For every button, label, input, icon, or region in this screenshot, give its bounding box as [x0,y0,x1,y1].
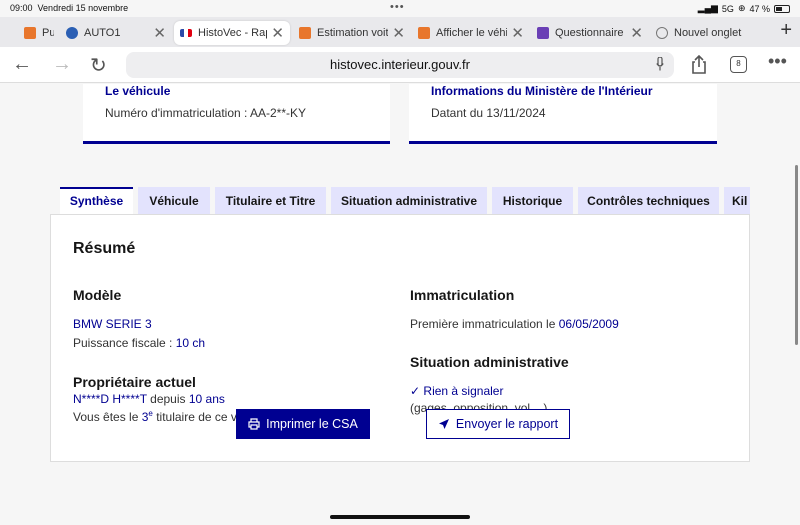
printer-icon [248,418,260,430]
print-csa-button[interactable]: Imprimer le CSA [236,409,370,439]
first-registration-line: Première immatriculation le 06/05/2009 [410,317,619,331]
tab-situation-administrative[interactable]: Situation administrative [331,187,487,215]
tab-favicon-icon [299,27,311,39]
close-tab-icon[interactable]: ✕ [511,24,524,42]
browser-tab-2[interactable]: AUTO1 ✕ [60,21,172,45]
check-icon: ✓ [410,384,421,398]
orientation-lock-icon: ⊕ [737,3,746,13]
browser-tab-5[interactable]: Afficher le véhicule ✕ [412,21,530,45]
url-text: histovec.interieur.gouv.fr [330,57,470,72]
status-time: 09:00 Vendredi 15 novembre [10,3,129,13]
browser-tab-6[interactable]: Questionnaire ✕ [531,21,649,45]
tab-overview-button[interactable]: 8 [730,56,747,73]
vehicle-card-title: Le véhicule [105,84,171,98]
puissance-value: 10 ch [175,336,206,350]
synthese-panel: Résumé Modèle BMW SERIE 3 Puissance fisc… [50,214,750,462]
resume-heading: Résumé [73,240,136,257]
battery-percent: 47 % [749,3,770,14]
ministry-card-title: Informations du Ministère de l'Intérieur [431,84,653,98]
microphone-icon[interactable] [656,57,664,71]
reload-icon[interactable]: ↻ [90,53,107,78]
network-label: 5G [721,3,734,14]
ministry-card-subtitle: Datant du 13/11/2024 [431,106,546,120]
url-bar[interactable]: histovec.interieur.gouv.fr [126,52,674,78]
back-arrow-icon[interactable]: ← [12,53,32,76]
tab-favicon-icon [24,27,36,39]
tab-kilometrage[interactable]: Kil [724,187,750,215]
status-right: ▂▄▆ 5G ⊕ 47 % [698,3,790,14]
home-indicator [330,515,470,519]
signal-icon: ▂▄▆ [697,3,718,13]
puissance-line: Puissance fiscale : 10 ch [73,336,206,350]
ministry-card: Informations du Ministère de l'Intérieur… [409,84,717,144]
page-content: Le véhicule Numéro d'immatriculation : A… [0,84,800,525]
multitask-dots-icon[interactable]: ••• [390,1,405,13]
more-options-icon[interactable]: ••• [768,51,787,72]
send-icon [438,419,449,429]
flag-favicon-icon [180,29,192,37]
browser-tab-1[interactable]: Pu [18,21,60,45]
browser-tab-3-active[interactable]: HistoVec - Rapport ✕ [174,21,290,45]
owner-heading: Propriétaire actuel [73,374,196,390]
tab-historique[interactable]: Historique [492,187,573,215]
browser-tab-7[interactable]: Nouvel onglet [650,21,766,45]
globe-icon [656,27,668,39]
tab-favicon-icon [418,27,430,39]
immatriculation-heading: Immatriculation [410,287,515,303]
tab-favicon-icon [66,27,78,39]
share-icon[interactable] [690,55,708,75]
browser-tab-4[interactable]: Estimation voiture ✕ [293,21,411,45]
close-tab-icon[interactable]: ✕ [271,24,284,42]
send-report-button[interactable]: Envoyer le rapport [426,409,570,439]
tab-favicon-icon [537,27,549,39]
situation-status: ✓ Rien à signaler [410,384,504,398]
battery-icon [774,4,790,13]
status-bar: 09:00 Vendredi 15 novembre ••• ▂▄▆ 5G ⊕ … [0,0,800,16]
owner-line: N****D H****T depuis 10 ans [73,392,225,406]
page-scrollbar[interactable] [795,165,798,345]
tab-vehicule[interactable]: Véhicule [138,187,210,215]
browser-tab-bar: Pu AUTO1 ✕ HistoVec - Rapport ✕ Estimati… [0,17,800,47]
situation-heading: Situation administrative [410,354,569,370]
new-tab-button[interactable]: + [780,19,792,42]
owner-name: N****D H****T [73,392,147,406]
vehicle-card: Le véhicule Numéro d'immatriculation : A… [83,84,390,144]
tab-synthese[interactable]: Synthèse [60,187,133,217]
tab-titulaire-titre[interactable]: Titulaire et Titre [215,187,326,215]
close-tab-icon[interactable]: ✕ [153,24,166,42]
first-registration-date: 06/05/2009 [558,317,619,331]
close-tab-icon[interactable]: ✕ [392,24,405,42]
forward-arrow-icon[interactable]: → [52,53,72,76]
close-tab-icon[interactable]: ✕ [630,24,643,42]
vehicle-card-subtitle: Numéro d'immatriculation : AA-2**-KY [105,106,307,120]
model-heading: Modèle [73,287,122,303]
browser-toolbar: ← → ↻ histovec.interieur.gouv.fr 8 ••• [0,47,800,83]
model-value: BMW SERIE 3 [73,317,152,331]
owner-since: 10 ans [188,392,225,406]
tab-controles-techniques[interactable]: Contrôles techniques [578,187,719,215]
report-tabs: Synthèse Véhicule Titulaire et Titre Sit… [60,187,750,217]
